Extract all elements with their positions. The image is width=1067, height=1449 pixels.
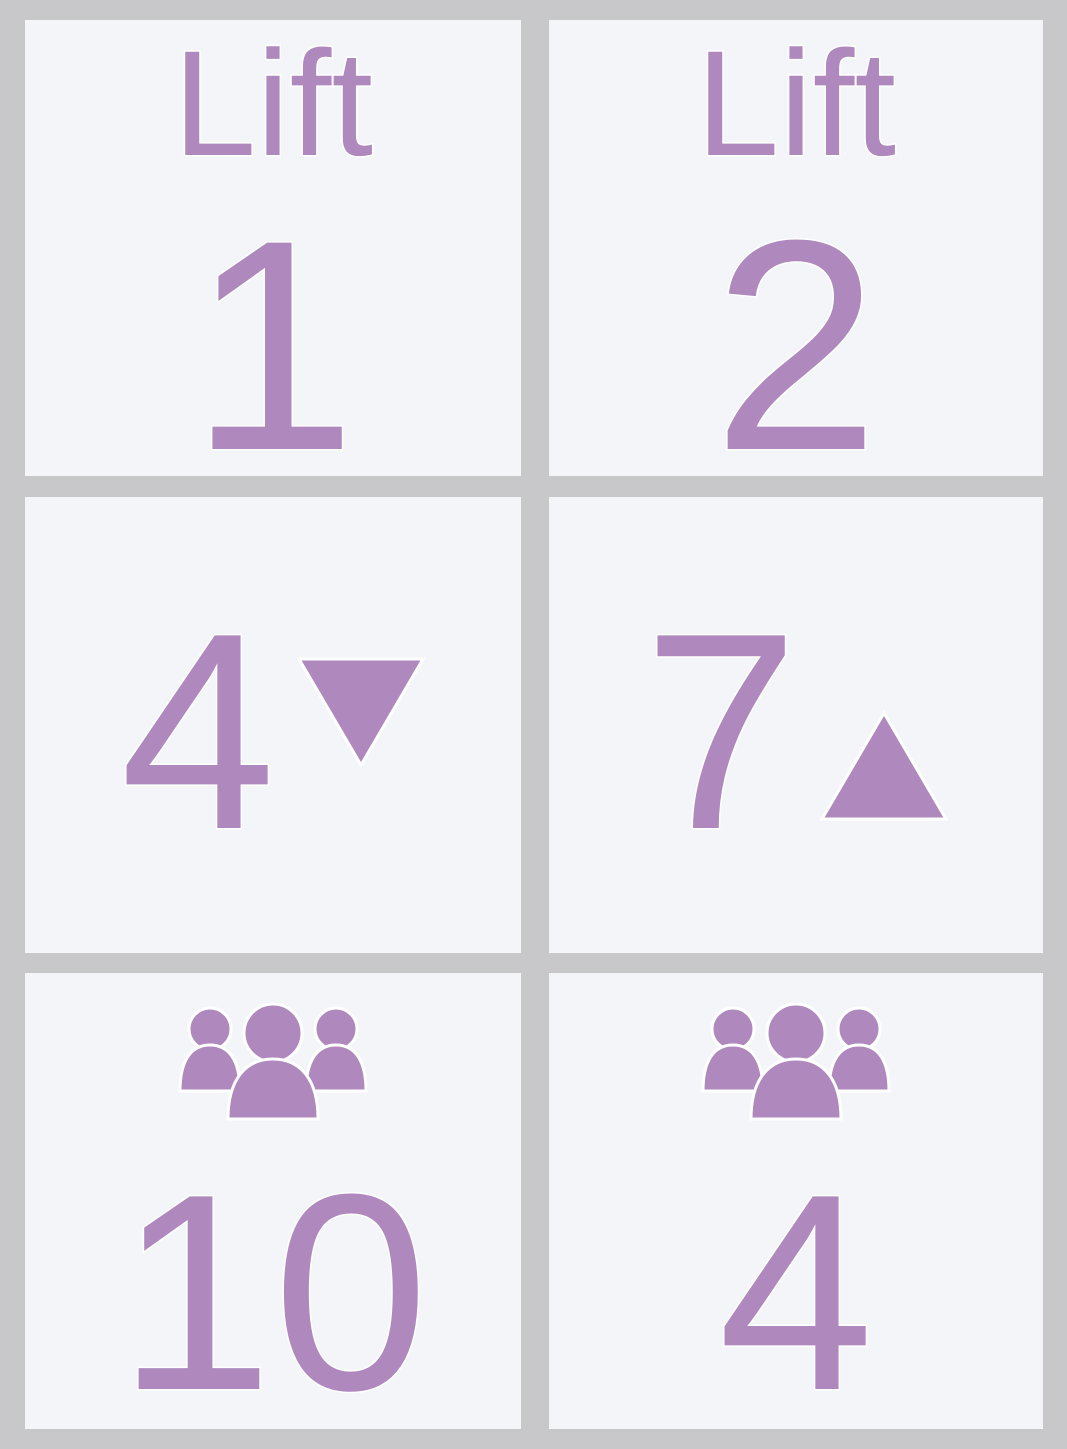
people-group-icon — [178, 1003, 368, 1121]
lift-1-floor: 4 — [119, 576, 278, 888]
lift-2-passenger-count: 4 — [717, 1137, 876, 1430]
lift-2-floor: 7 — [642, 576, 801, 888]
people-group-icon — [701, 1003, 891, 1121]
lift-1-header-cell: Lift 1 — [25, 20, 521, 476]
lift-1-number: 1 — [188, 177, 358, 477]
lift-2-passengers-cell: 4 — [549, 973, 1043, 1429]
triangle-down-icon — [296, 657, 426, 768]
triangle-up-icon — [819, 710, 949, 821]
lift-1-passengers-cell: 10 — [25, 973, 521, 1429]
lift-2-label: Lift — [694, 20, 897, 187]
lift-1-floor-cell: 4 — [25, 497, 521, 953]
lift-1-passenger-count: 10 — [116, 1137, 430, 1430]
lift-status-board: Lift 1 Lift 2 4 7 10 4 — [0, 0, 1067, 1449]
lift-2-header-cell: Lift 2 — [549, 20, 1043, 476]
lift-1-label: Lift — [171, 20, 374, 187]
lift-2-number: 2 — [711, 177, 881, 477]
lift-2-floor-cell: 7 — [549, 497, 1043, 953]
